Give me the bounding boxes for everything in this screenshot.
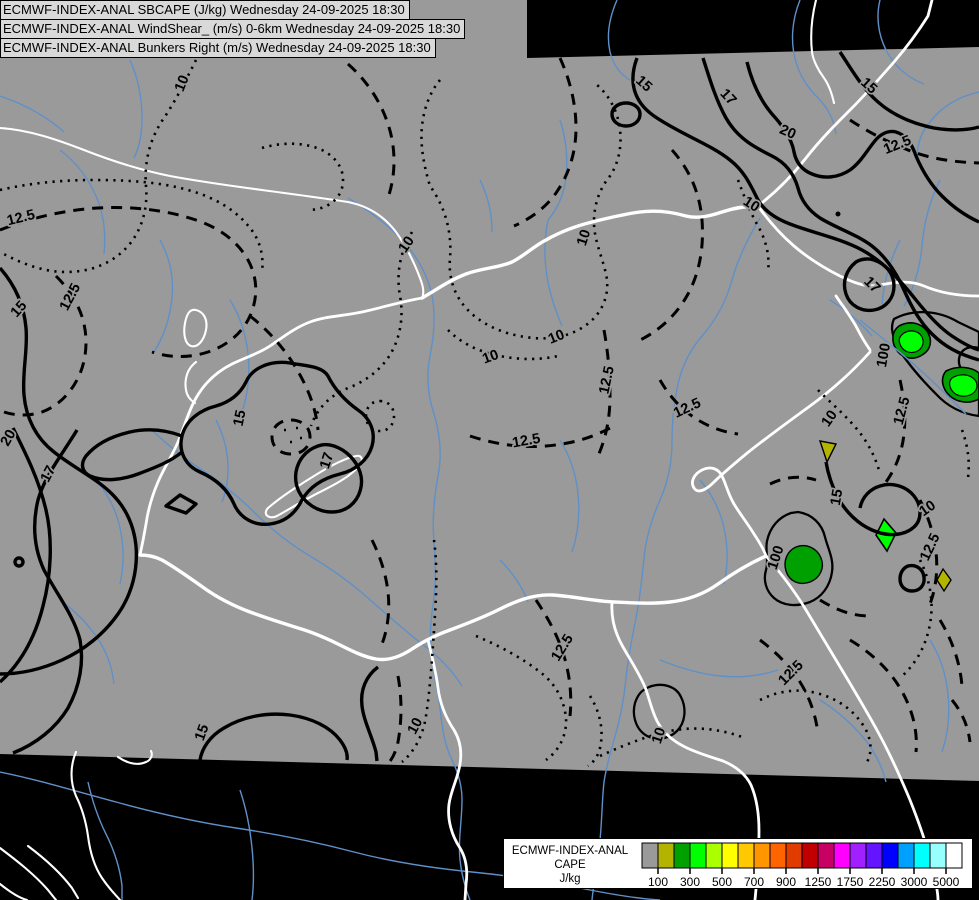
legend-tick-value: 1250 bbox=[805, 875, 832, 889]
legend-color-swatch bbox=[929, 842, 947, 869]
map-titles: ECMWF-INDEX-ANAL SBCAPE (J/kg) Wednesday… bbox=[0, 0, 466, 58]
legend-tick-value: 900 bbox=[776, 875, 796, 889]
weather-map-page: 10 12.5 12.5 15 20 17 15 17 15 10 10 10 10 12.5 12.5 12… bbox=[0, 0, 979, 900]
cape-legend: ECMWF-INDEX-ANAL CAPE J/kg 100 300 500 700 9… bbox=[503, 838, 973, 889]
legend-color-swatch bbox=[705, 842, 723, 869]
legend-tick-value: 5000 bbox=[933, 875, 960, 889]
legend-units-label: J/kg bbox=[559, 873, 580, 885]
legend-color-swatch bbox=[881, 842, 899, 869]
title-sbcape: ECMWF-INDEX-ANAL SBCAPE (J/kg) Wednesday… bbox=[0, 0, 410, 20]
legend-color-swatch bbox=[641, 842, 659, 869]
legend-color-swatch bbox=[865, 842, 883, 869]
contour-value-label: 15 bbox=[231, 409, 250, 428]
legend-color-swatch bbox=[769, 842, 787, 869]
legend-field-label: CAPE bbox=[554, 859, 586, 871]
title-windshear: ECMWF-INDEX-ANAL WindShear_ (m/s) 0-6km … bbox=[0, 19, 466, 39]
legend-color-swatch bbox=[801, 842, 819, 869]
legend-color-swatch bbox=[689, 842, 707, 869]
legend-tick-value: 2250 bbox=[869, 875, 896, 889]
legend-color-swatch bbox=[897, 842, 915, 869]
legend-model-label: ECMWF-INDEX-ANAL bbox=[512, 845, 629, 857]
map-canvas: 1012.512.515201715171510 10101012.512.512… bbox=[0, 0, 979, 900]
legend-color-swatch bbox=[785, 842, 803, 869]
legend-color-swatch bbox=[849, 842, 867, 869]
legend-color-swatch bbox=[737, 842, 755, 869]
legend-tick-value: 300 bbox=[680, 875, 700, 889]
legend-tick-value: 700 bbox=[744, 875, 764, 889]
legend-color-swatch bbox=[913, 842, 931, 869]
legend-color-swatch bbox=[657, 842, 675, 869]
legend-color-swatch bbox=[833, 842, 851, 869]
cape-patch-green-e bbox=[784, 544, 824, 585]
contour-value-label: 15 bbox=[828, 488, 847, 507]
legend-color-swatch bbox=[945, 842, 963, 869]
legend-tick-value: 500 bbox=[712, 875, 732, 889]
legend-color-swatch bbox=[721, 842, 739, 869]
legend-tick-value: 1750 bbox=[837, 875, 864, 889]
legend-tick-value: 3000 bbox=[901, 875, 928, 889]
legend-tick-value: 100 bbox=[648, 875, 668, 889]
cape-patch-bright-ne1 bbox=[898, 330, 924, 354]
title-bunkers: ECMWF-INDEX-ANAL Bunkers Right (m/s) Wed… bbox=[0, 38, 436, 58]
legend-color-swatch bbox=[817, 842, 835, 869]
windshear-contours-solid-shape bbox=[835, 211, 841, 217]
cape-patch-bright-ne2 bbox=[949, 374, 978, 397]
legend-color-swatch bbox=[673, 842, 691, 869]
legend-color-bar bbox=[641, 842, 963, 869]
legend-color-swatch bbox=[753, 842, 771, 869]
